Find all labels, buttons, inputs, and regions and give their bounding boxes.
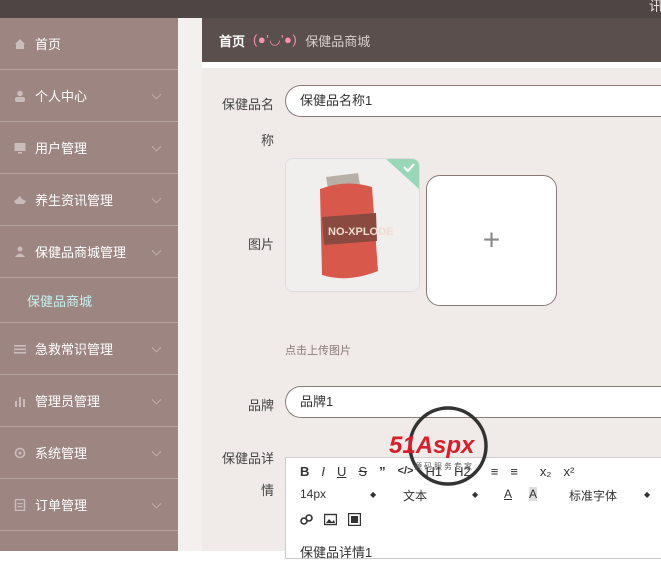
doc-icon <box>14 498 26 511</box>
font-color-button[interactable]: A <box>504 487 512 501</box>
breadcrumb-emoticon: (●'◡'●) <box>253 32 298 47</box>
breadcrumb-current: 保健品商城 <box>305 33 371 49</box>
sidebar-item-news[interactable]: 养生资讯管理 <box>0 174 178 226</box>
sidebar-item-label: 订单管理 <box>35 498 88 513</box>
caret-icon: ◆ <box>644 490 651 499</box>
cloud-icon <box>14 195 26 204</box>
top-bar: 讯 <box>0 0 661 18</box>
svg-text:NO-XPLODE: NO-XPLODE <box>328 226 393 238</box>
chevron-down-icon <box>151 342 162 353</box>
bullet-list-button[interactable]: ≡ <box>510 464 518 479</box>
image-icon[interactable] <box>324 513 337 526</box>
sidebar-item-label: 管理员管理 <box>35 394 101 409</box>
quote-button[interactable]: ” <box>379 464 386 479</box>
product-image: NO-XPLODE <box>286 159 419 291</box>
chevron-down-icon <box>151 394 162 405</box>
bars-icon <box>15 396 25 407</box>
product-image-thumbnail[interactable]: NO-XPLODE <box>285 158 420 292</box>
underline-button[interactable]: U <box>337 464 346 479</box>
sidebar-item-users[interactable]: 用户管理 <box>0 122 178 174</box>
chevron-down-icon <box>151 446 162 457</box>
font-size-select[interactable]: 14px <box>300 487 326 501</box>
font-family-select[interactable]: 标准字体 <box>569 487 617 504</box>
sidebar-item-first-aid[interactable]: 急救常识管理 <box>0 323 178 375</box>
strike-button[interactable]: S <box>358 464 367 479</box>
person-icon <box>15 246 25 257</box>
brand-input[interactable]: 品牌1 <box>285 386 661 418</box>
sidebar-item-profile[interactable]: 个人中心 <box>0 70 178 122</box>
video-icon[interactable] <box>348 513 361 526</box>
code-button[interactable]: </> <box>398 465 414 477</box>
content-gutter <box>178 18 202 551</box>
monitor-icon <box>14 142 26 153</box>
caret-icon: ◆ <box>370 490 377 499</box>
list-icon <box>14 344 26 354</box>
sidebar-item-system[interactable]: 系统管理 <box>0 427 178 479</box>
italic-button[interactable]: I <box>321 464 325 479</box>
name-input[interactable]: 保健品名称1 <box>285 85 661 117</box>
sidebar-item-orders[interactable]: 订单管理 <box>0 479 178 531</box>
sidebar-item-home[interactable]: 首页 <box>0 18 178 70</box>
plus-icon: + <box>482 222 501 256</box>
sidebar-item-label: 用户管理 <box>35 141 88 156</box>
sidebar-subitem-shop[interactable]: 保健品商城 <box>0 278 178 323</box>
user-icon <box>15 90 25 102</box>
image-label: 图片 <box>247 237 274 252</box>
link-icon[interactable] <box>300 513 313 526</box>
watermark-brand: 51Aspx <box>389 432 475 459</box>
sidebar: 首页 个人中心 用户管理 养生资讯管理 保健品商城管理 保健品商城 急救常识管理… <box>0 18 178 551</box>
subscript-button[interactable]: x₂ <box>540 464 552 479</box>
sidebar-item-label: 保健品商城管理 <box>35 245 127 260</box>
sidebar-item-label: 系统管理 <box>35 446 88 461</box>
name-label: 保健品名 <box>221 97 274 112</box>
breadcrumb-home[interactable]: 首页 <box>219 31 245 50</box>
rich-text-editor: B I U S ” </> H1 H2 ≡ ≡ x₂ x² 14px ◆ 文本 … <box>285 457 661 561</box>
superscript-button[interactable]: x² <box>563 464 574 479</box>
background-color-button[interactable]: A <box>529 487 538 501</box>
upload-hint[interactable]: 点击上传图片 <box>285 342 351 358</box>
detail-label-wrap: 情 <box>260 483 274 498</box>
sidebar-item-label: 首页 <box>35 37 62 52</box>
chevron-down-icon <box>151 89 162 100</box>
edit-form: 保健品名 称 保健品名称1 图片 NO-XPLODE + 点击上传图片 品牌 品… <box>202 68 661 560</box>
sidebar-item-label: 急救常识管理 <box>35 342 114 357</box>
name-label-wrap: 称 <box>260 133 274 148</box>
brand-label: 品牌 <box>247 398 274 413</box>
sidebar-subitem-label: 保健品商城 <box>27 293 93 309</box>
ordered-list-button[interactable]: ≡ <box>491 464 499 479</box>
editor-content[interactable]: 保健品详情1 <box>300 542 372 561</box>
sidebar-item-label: 个人中心 <box>35 89 88 104</box>
sidebar-item-admins[interactable]: 管理员管理 <box>0 375 178 427</box>
sidebar-item-label: 养生资讯管理 <box>35 193 114 208</box>
sidebar-item-shop-management[interactable]: 保健品商城管理 <box>0 226 178 278</box>
chevron-down-icon <box>151 141 162 152</box>
chevron-down-icon <box>151 193 162 204</box>
detail-label: 保健品详 <box>221 451 274 466</box>
top-bar-text: 讯 <box>649 0 661 14</box>
chevron-down-icon <box>151 498 162 509</box>
gear-icon <box>14 447 26 458</box>
text-style-select[interactable]: 文本 <box>403 487 427 504</box>
home-icon <box>15 38 25 49</box>
watermark-tagline: 源码服务专家 <box>414 462 474 471</box>
image-upload-button[interactable]: + <box>426 175 557 306</box>
breadcrumb: 首页 (●'◡'●) 保健品商城 <box>202 18 661 62</box>
chevron-down-icon <box>151 245 162 256</box>
bold-button[interactable]: B <box>300 464 309 479</box>
caret-icon: ◆ <box>472 490 479 499</box>
